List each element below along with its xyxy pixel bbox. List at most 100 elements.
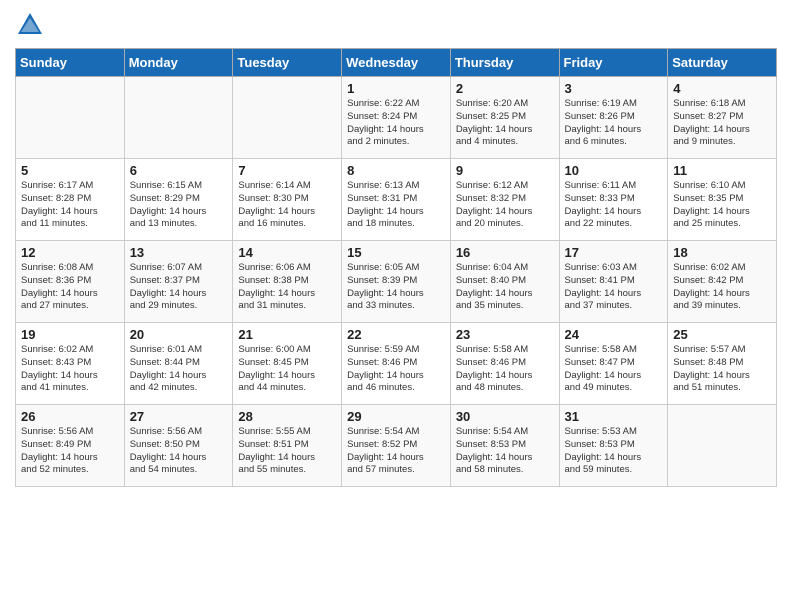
day-number: 19 bbox=[21, 327, 119, 342]
day-info: Sunrise: 6:18 AMSunset: 8:27 PMDaylight:… bbox=[673, 98, 771, 149]
day-info: Sunrise: 5:57 AMSunset: 8:48 PMDaylight:… bbox=[673, 344, 771, 395]
calendar-cell bbox=[233, 77, 342, 159]
day-info: Sunrise: 6:20 AMSunset: 8:25 PMDaylight:… bbox=[456, 98, 554, 149]
day-info: Sunrise: 5:56 AMSunset: 8:50 PMDaylight:… bbox=[130, 426, 228, 477]
calendar-cell: 8 Sunrise: 6:13 AMSunset: 8:31 PMDaylight… bbox=[342, 159, 451, 241]
calendar-cell: 29 Sunrise: 5:54 AMSunset: 8:52 PMDayligh… bbox=[342, 405, 451, 487]
day-info: Sunrise: 5:53 AMSunset: 8:53 PMDaylight:… bbox=[565, 426, 663, 477]
day-info: Sunrise: 6:07 AMSunset: 8:37 PMDaylight:… bbox=[130, 262, 228, 313]
calendar-cell: 3 Sunrise: 6:19 AMSunset: 8:26 PMDaylight… bbox=[559, 77, 668, 159]
calendar-cell: 14 Sunrise: 6:06 AMSunset: 8:38 PMDayligh… bbox=[233, 241, 342, 323]
calendar-week-2: 5Sunrise: 6:17 AMSunset: 8:28 PMDaylight… bbox=[16, 159, 777, 241]
header-sunday: Sunday bbox=[16, 49, 125, 77]
day-info: Sunrise: 6:01 AMSunset: 8:44 PMDaylight:… bbox=[130, 344, 228, 395]
day-info: Sunrise: 6:04 AMSunset: 8:40 PMDaylight:… bbox=[456, 262, 554, 313]
day-number: 29 bbox=[347, 409, 445, 424]
header-monday: Monday bbox=[124, 49, 233, 77]
day-number: 8 bbox=[347, 163, 445, 178]
day-info: Sunrise: 5:58 AMSunset: 8:46 PMDaylight:… bbox=[456, 344, 554, 395]
calendar-cell: 23 Sunrise: 5:58 AMSunset: 8:46 PMDayligh… bbox=[450, 323, 559, 405]
day-number: 7 bbox=[238, 163, 336, 178]
day-number: 16 bbox=[456, 245, 554, 260]
day-info: Sunrise: 6:14 AMSunset: 8:30 PMDaylight:… bbox=[238, 180, 336, 231]
day-number: 31 bbox=[565, 409, 663, 424]
calendar-cell bbox=[16, 77, 125, 159]
day-number: 4 bbox=[673, 81, 771, 96]
day-number: 25 bbox=[673, 327, 771, 342]
day-info: Sunrise: 6:08 AMSunset: 8:36 PMDaylight:… bbox=[21, 262, 119, 313]
day-number: 24 bbox=[565, 327, 663, 342]
day-number: 18 bbox=[673, 245, 771, 260]
day-info: Sunrise: 5:55 AMSunset: 8:51 PMDaylight:… bbox=[238, 426, 336, 477]
day-info: Sunrise: 6:02 AMSunset: 8:43 PMDaylight:… bbox=[21, 344, 119, 395]
calendar-cell: 6 Sunrise: 6:15 AMSunset: 8:29 PMDaylight… bbox=[124, 159, 233, 241]
day-number: 30 bbox=[456, 409, 554, 424]
header-friday: Friday bbox=[559, 49, 668, 77]
page: SundayMondayTuesdayWednesdayThursdayFrid… bbox=[0, 0, 792, 612]
calendar-cell: 18Sunrise: 6:02 AMSunset: 8:42 PMDayligh… bbox=[668, 241, 777, 323]
calendar-cell: 26 Sunrise: 5:56 AMSunset: 8:49 PMDayligh… bbox=[16, 405, 125, 487]
day-info: Sunrise: 6:06 AMSunset: 8:38 PMDaylight:… bbox=[238, 262, 336, 313]
calendar-week-5: 26 Sunrise: 5:56 AMSunset: 8:49 PMDayligh… bbox=[16, 405, 777, 487]
day-number: 5 bbox=[21, 163, 119, 178]
day-number: 13 bbox=[130, 245, 228, 260]
day-info: Sunrise: 5:58 AMSunset: 8:47 PMDaylight:… bbox=[565, 344, 663, 395]
calendar-cell: 7 Sunrise: 6:14 AMSunset: 8:30 PMDaylight… bbox=[233, 159, 342, 241]
day-number: 22 bbox=[347, 327, 445, 342]
day-info: Sunrise: 6:11 AMSunset: 8:33 PMDaylight:… bbox=[565, 180, 663, 231]
logo-icon bbox=[15, 10, 45, 40]
day-info: Sunrise: 6:10 AMSunset: 8:35 PMDaylight:… bbox=[673, 180, 771, 231]
day-info: Sunrise: 6:05 AMSunset: 8:39 PMDaylight:… bbox=[347, 262, 445, 313]
calendar-cell: 11Sunrise: 6:10 AMSunset: 8:35 PMDayligh… bbox=[668, 159, 777, 241]
calendar-cell: 22 Sunrise: 5:59 AMSunset: 8:46 PMDayligh… bbox=[342, 323, 451, 405]
day-info: Sunrise: 5:54 AMSunset: 8:53 PMDaylight:… bbox=[456, 426, 554, 477]
calendar-cell: 10 Sunrise: 6:11 AMSunset: 8:33 PMDayligh… bbox=[559, 159, 668, 241]
day-number: 21 bbox=[238, 327, 336, 342]
calendar-week-4: 19 Sunrise: 6:02 AMSunset: 8:43 PMDayligh… bbox=[16, 323, 777, 405]
day-number: 28 bbox=[238, 409, 336, 424]
day-number: 10 bbox=[565, 163, 663, 178]
day-info: Sunrise: 6:03 AMSunset: 8:41 PMDaylight:… bbox=[565, 262, 663, 313]
calendar-cell: 9Sunrise: 6:12 AMSunset: 8:32 PMDaylight… bbox=[450, 159, 559, 241]
day-number: 3 bbox=[565, 81, 663, 96]
calendar-week-1: 1Sunrise: 6:22 AMSunset: 8:24 PMDaylight… bbox=[16, 77, 777, 159]
header-tuesday: Tuesday bbox=[233, 49, 342, 77]
day-number: 26 bbox=[21, 409, 119, 424]
calendar-cell: 21 Sunrise: 6:00 AMSunset: 8:45 PMDayligh… bbox=[233, 323, 342, 405]
calendar-cell: 16 Sunrise: 6:04 AMSunset: 8:40 PMDayligh… bbox=[450, 241, 559, 323]
day-info: Sunrise: 6:12 AMSunset: 8:32 PMDaylight:… bbox=[456, 180, 554, 231]
calendar-cell: 5Sunrise: 6:17 AMSunset: 8:28 PMDaylight… bbox=[16, 159, 125, 241]
day-info: Sunrise: 6:13 AMSunset: 8:31 PMDaylight:… bbox=[347, 180, 445, 231]
day-info: Sunrise: 6:22 AMSunset: 8:24 PMDaylight:… bbox=[347, 98, 445, 149]
day-number: 12 bbox=[21, 245, 119, 260]
day-number: 23 bbox=[456, 327, 554, 342]
calendar-table: SundayMondayTuesdayWednesdayThursdayFrid… bbox=[15, 48, 777, 487]
header-thursday: Thursday bbox=[450, 49, 559, 77]
calendar-cell: 1Sunrise: 6:22 AMSunset: 8:24 PMDaylight… bbox=[342, 77, 451, 159]
day-info: Sunrise: 6:00 AMSunset: 8:45 PMDaylight:… bbox=[238, 344, 336, 395]
calendar-cell: 20Sunrise: 6:01 AMSunset: 8:44 PMDayligh… bbox=[124, 323, 233, 405]
day-info: Sunrise: 5:59 AMSunset: 8:46 PMDaylight:… bbox=[347, 344, 445, 395]
day-number: 27 bbox=[130, 409, 228, 424]
calendar-cell: 13 Sunrise: 6:07 AMSunset: 8:37 PMDayligh… bbox=[124, 241, 233, 323]
calendar-cell: 31 Sunrise: 5:53 AMSunset: 8:53 PMDayligh… bbox=[559, 405, 668, 487]
day-info: Sunrise: 5:54 AMSunset: 8:52 PMDaylight:… bbox=[347, 426, 445, 477]
calendar-cell: 27 Sunrise: 5:56 AMSunset: 8:50 PMDayligh… bbox=[124, 405, 233, 487]
day-number: 14 bbox=[238, 245, 336, 260]
calendar-cell: 12 Sunrise: 6:08 AMSunset: 8:36 PMDayligh… bbox=[16, 241, 125, 323]
calendar-cell: 15 Sunrise: 6:05 AMSunset: 8:39 PMDayligh… bbox=[342, 241, 451, 323]
calendar-cell: 4 Sunrise: 6:18 AMSunset: 8:27 PMDaylight… bbox=[668, 77, 777, 159]
calendar-cell bbox=[124, 77, 233, 159]
day-number: 6 bbox=[130, 163, 228, 178]
calendar-cell: 19 Sunrise: 6:02 AMSunset: 8:43 PMDayligh… bbox=[16, 323, 125, 405]
calendar-cell: 17Sunrise: 6:03 AMSunset: 8:41 PMDayligh… bbox=[559, 241, 668, 323]
calendar-cell bbox=[668, 405, 777, 487]
header bbox=[15, 10, 777, 40]
calendar-cell: 2Sunrise: 6:20 AMSunset: 8:25 PMDaylight… bbox=[450, 77, 559, 159]
calendar-cell: 30 Sunrise: 5:54 AMSunset: 8:53 PMDayligh… bbox=[450, 405, 559, 487]
day-info: Sunrise: 5:56 AMSunset: 8:49 PMDaylight:… bbox=[21, 426, 119, 477]
header-wednesday: Wednesday bbox=[342, 49, 451, 77]
day-info: Sunrise: 6:15 AMSunset: 8:29 PMDaylight:… bbox=[130, 180, 228, 231]
day-number: 15 bbox=[347, 245, 445, 260]
day-info: Sunrise: 6:19 AMSunset: 8:26 PMDaylight:… bbox=[565, 98, 663, 149]
